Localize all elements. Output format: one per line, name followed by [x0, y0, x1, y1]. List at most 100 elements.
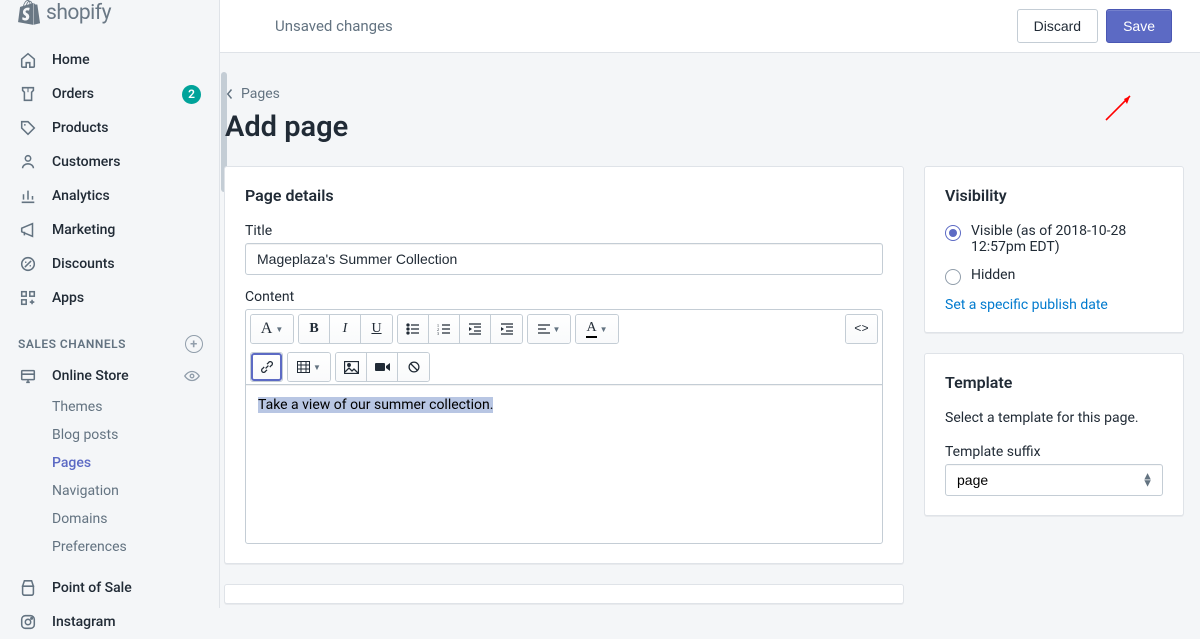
instagram-icon	[18, 612, 38, 632]
nav-label: Instagram	[52, 614, 201, 630]
italic-button[interactable]: I	[330, 315, 361, 343]
visibility-card: Visibility Visible (as of 2018-10-28 12:…	[924, 166, 1184, 333]
outdent-button[interactable]	[460, 315, 491, 343]
nav-label: Home	[52, 52, 201, 68]
main-area: Unsaved changes Discard Save Pages Add p…	[220, 0, 1200, 608]
content-scroll[interactable]: Pages Add page Page details Title Conten…	[220, 53, 1200, 608]
hidden-label: Hidden	[971, 267, 1015, 283]
seo-card-collapsed	[224, 584, 904, 604]
subnav-navigation[interactable]: Navigation	[52, 477, 219, 505]
template-suffix-label: Template suffix	[945, 444, 1163, 460]
sidebar: shopify Home Orders 2 Products Customers	[0, 0, 220, 608]
nav-label: Products	[52, 120, 201, 136]
page-details-heading: Page details	[245, 186, 883, 205]
indent-button[interactable]	[491, 315, 522, 343]
align-dropdown[interactable]: ▼	[528, 315, 570, 343]
video-button[interactable]	[367, 353, 398, 381]
content-label: Content	[245, 289, 883, 305]
subnav-pages[interactable]: Pages	[52, 449, 219, 477]
editor-selected-text: Take a view of our summer collection.	[258, 397, 493, 413]
unsaved-changes-label: Unsaved changes	[275, 17, 393, 35]
nav-customers[interactable]: Customers	[0, 145, 219, 179]
nav-label: Apps	[52, 290, 201, 306]
logo[interactable]: shopify	[0, 0, 219, 25]
nav-online-store[interactable]: Online Store	[0, 359, 219, 393]
nav-orders[interactable]: Orders 2	[0, 77, 219, 111]
discard-button[interactable]: Discard	[1017, 9, 1098, 43]
nav-marketing[interactable]: Marketing	[0, 213, 219, 247]
add-channel-button[interactable]: +	[185, 335, 203, 353]
channels-heading-text: SALES CHANNELS	[18, 337, 126, 351]
template-heading: Template	[945, 373, 1163, 392]
table-dropdown[interactable]: ▼	[288, 353, 330, 381]
marketing-icon	[18, 220, 38, 240]
nav-label: Customers	[52, 154, 201, 170]
text-color-dropdown[interactable]: A▼	[576, 315, 618, 343]
nav-label: Orders	[52, 86, 182, 102]
sales-channels-heading: SALES CHANNELS +	[0, 335, 219, 353]
nav-apps[interactable]: Apps	[0, 281, 219, 315]
nav-point-of-sale[interactable]: Point of Sale	[0, 571, 219, 605]
save-button[interactable]: Save	[1106, 9, 1172, 43]
visibility-hidden-option[interactable]: Hidden	[945, 267, 1163, 285]
visibility-visible-option[interactable]: Visible (as of 2018-10-28 12:57pm EDT)	[945, 223, 1163, 255]
primary-nav: Home Orders 2 Products Customers Analyti…	[0, 25, 219, 639]
nav-label: Discounts	[52, 256, 201, 272]
template-help-text: Select a template for this page.	[945, 410, 1163, 426]
chevron-left-icon	[225, 88, 235, 100]
subnav-themes[interactable]: Themes	[52, 393, 219, 421]
nav-label: Point of Sale	[52, 580, 201, 596]
page-details-card: Page details Title Content A▼ B I	[224, 166, 904, 564]
brand-name: shopify	[46, 1, 111, 25]
image-button[interactable]	[336, 353, 367, 381]
bold-button[interactable]: B	[299, 315, 330, 343]
topbar: Unsaved changes Discard Save	[220, 0, 1200, 53]
nav-analytics[interactable]: Analytics	[0, 179, 219, 213]
link-button[interactable]	[251, 353, 282, 381]
page-title: Add page	[225, 110, 1184, 144]
analytics-icon	[18, 186, 38, 206]
underline-button[interactable]: U	[361, 315, 392, 343]
nav-instagram[interactable]: Instagram	[0, 605, 219, 639]
subnav-preferences[interactable]: Preferences	[52, 533, 219, 561]
subnav-domains[interactable]: Domains	[52, 505, 219, 533]
content-editor[interactable]: Take a view of our summer collection.	[245, 384, 883, 544]
template-suffix-select[interactable]: page	[945, 464, 1163, 496]
nav-home[interactable]: Home	[0, 43, 219, 77]
bullet-list-button[interactable]	[398, 315, 429, 343]
online-store-icon	[18, 366, 38, 386]
nav-products[interactable]: Products	[0, 111, 219, 145]
products-icon	[18, 118, 38, 138]
numbered-list-button[interactable]: 123	[429, 315, 460, 343]
clear-format-button[interactable]	[398, 353, 429, 381]
apps-icon	[18, 288, 38, 308]
breadcrumb-label: Pages	[241, 86, 280, 102]
title-label: Title	[245, 223, 883, 239]
home-icon	[18, 50, 38, 70]
publish-date-link[interactable]: Set a specific publish date	[945, 297, 1108, 313]
radio-unchecked-icon	[945, 269, 961, 285]
nav-label: Analytics	[52, 188, 201, 204]
view-store-icon[interactable]	[183, 367, 201, 385]
breadcrumb-back[interactable]: Pages	[225, 56, 280, 102]
visibility-heading: Visibility	[945, 186, 1163, 205]
orders-badge: 2	[182, 85, 201, 104]
customers-icon	[18, 152, 38, 172]
title-input[interactable]	[245, 243, 883, 275]
nav-label: Marketing	[52, 222, 201, 238]
format-dropdown[interactable]: A▼	[251, 315, 293, 343]
subnav-blog-posts[interactable]: Blog posts	[52, 421, 219, 449]
template-card: Template Select a template for this page…	[924, 353, 1184, 516]
visible-label: Visible (as of 2018-10-28 12:57pm EDT)	[971, 223, 1163, 255]
nav-label: Online Store	[52, 368, 183, 384]
nav-discounts[interactable]: Discounts	[0, 247, 219, 281]
pos-icon	[18, 578, 38, 598]
html-view-button[interactable]: <>	[846, 315, 877, 343]
discounts-icon	[18, 254, 38, 274]
svg-text:3: 3	[437, 331, 439, 335]
radio-checked-icon	[945, 225, 961, 241]
topbar-actions: Discard Save	[1017, 9, 1172, 43]
online-store-subnav: Themes Blog posts Pages Navigation Domai…	[0, 393, 219, 561]
shopify-bag-icon	[18, 0, 40, 25]
orders-icon	[18, 84, 38, 104]
